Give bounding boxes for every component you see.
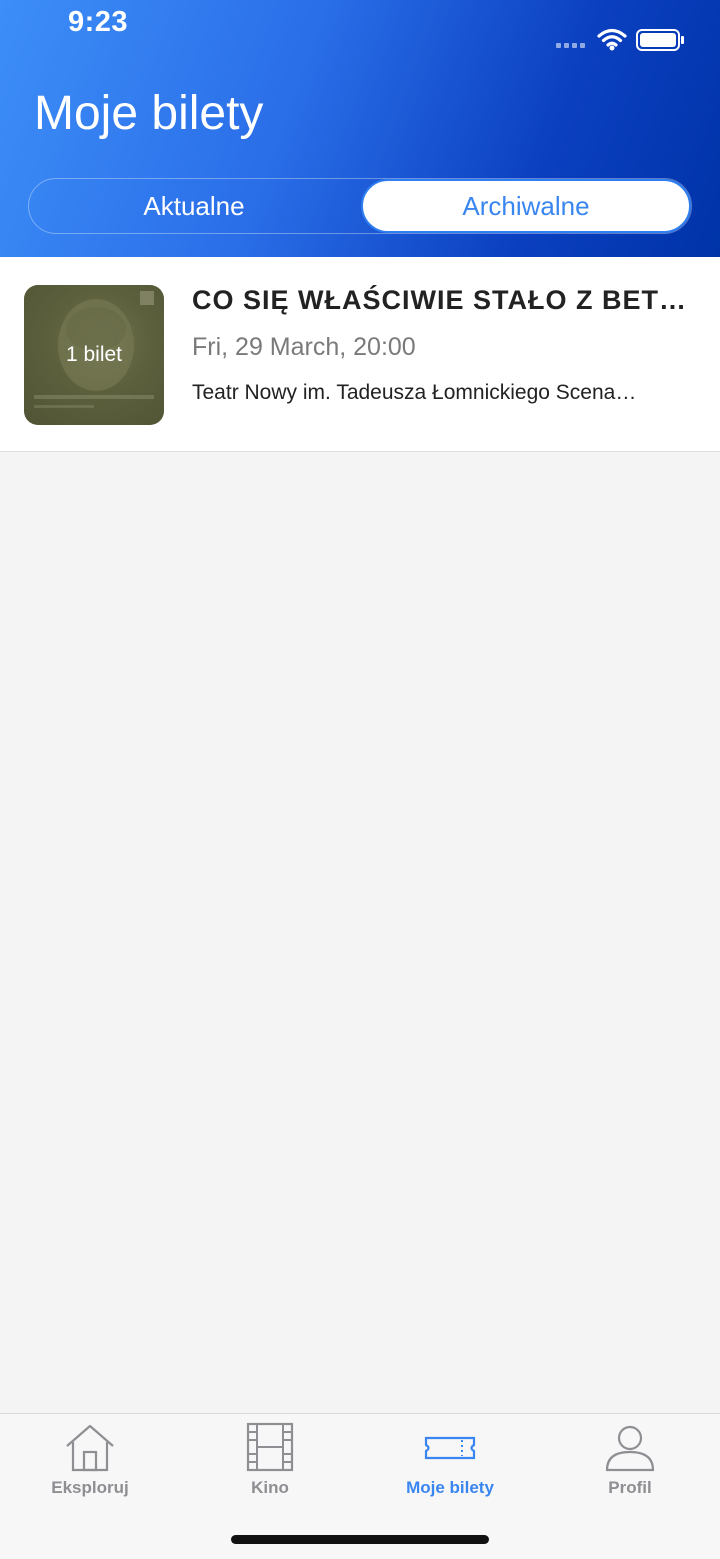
signal-icon [556, 43, 585, 48]
tab-label-kino: Kino [251, 1478, 289, 1497]
page-title: Moje bilety [34, 87, 264, 140]
tab-label-eksploruj: Eksploruj [51, 1478, 129, 1497]
ticket-icon [424, 1436, 476, 1460]
event-title: CO SIĘ WŁAŚCIWIE STAŁO Z BET… [192, 285, 687, 315]
ticket-count-badge: 1 bilet [24, 285, 164, 425]
event-date: Fri, 29 March, 20:00 [192, 333, 416, 361]
tab-profil[interactable]: Profil [540, 1414, 720, 1514]
tab-moje-bilety[interactable]: Moje bilety [360, 1414, 540, 1514]
tab-archiwalne[interactable]: Archiwalne [361, 179, 691, 233]
tab-label-moje-bilety: Moje bilety [406, 1478, 494, 1497]
status-time: 9:23 [68, 6, 129, 38]
tab-aktualne[interactable]: Aktualne [29, 179, 359, 233]
film-icon [246, 1422, 294, 1472]
profile-icon [605, 1425, 655, 1472]
battery-icon [636, 29, 684, 51]
ticket-list-item[interactable]: 1 bilet CO SIĘ WŁAŚCIWIE STAŁO Z BET… Fr… [0, 257, 720, 452]
tab-label-profil: Profil [608, 1478, 652, 1497]
home-icon [66, 1424, 114, 1472]
tab-eksploruj[interactable]: Eksploruj [0, 1414, 180, 1514]
wifi-icon [597, 28, 627, 47]
header: 9:23 Moje bilety Aktualne Archiwalne [0, 0, 720, 257]
event-poster: 1 bilet [24, 285, 164, 425]
home-indicator[interactable] [231, 1535, 489, 1544]
tab-kino[interactable]: Kino [180, 1414, 360, 1514]
event-venue: Teatr Nowy im. Tadeusza Łomnickiego Scen… [192, 381, 637, 404]
segmented-control: Aktualne Archiwalne [28, 178, 692, 234]
status-icons [556, 28, 684, 51]
